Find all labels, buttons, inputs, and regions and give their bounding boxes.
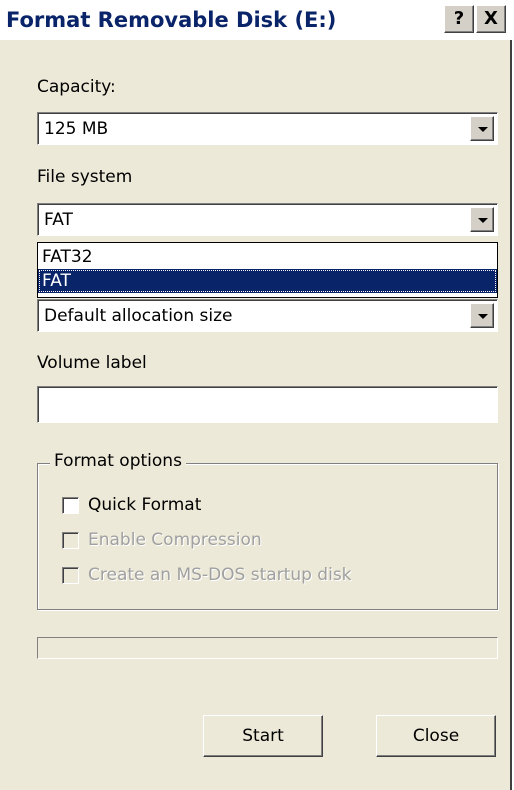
chevron-down-icon bbox=[478, 218, 488, 223]
quick-format-label[interactable]: Quick Format bbox=[88, 495, 201, 515]
close-icon: X bbox=[484, 8, 498, 29]
title-bar: Format Removable Disk (E:) ? X bbox=[0, 0, 512, 40]
format-dialog: Format Removable Disk (E:) ? X Capacity:… bbox=[0, 0, 512, 790]
chevron-down-icon bbox=[478, 314, 488, 319]
file-system-value: FAT bbox=[44, 210, 73, 230]
file-system-select[interactable]: FAT bbox=[37, 203, 498, 236]
help-button[interactable]: ? bbox=[444, 5, 474, 33]
file-system-dropdown-list: FAT32 FAT bbox=[37, 242, 498, 298]
file-system-dropdown-button[interactable] bbox=[470, 207, 494, 232]
help-icon: ? bbox=[453, 8, 465, 29]
format-options-title: Format options bbox=[50, 451, 186, 471]
option-fat[interactable]: FAT bbox=[38, 269, 497, 293]
volume-label-input[interactable] bbox=[37, 386, 498, 423]
start-button[interactable]: Start bbox=[203, 715, 323, 757]
window-title: Format Removable Disk (E:) bbox=[6, 8, 337, 32]
capacity-dropdown-button[interactable] bbox=[470, 116, 494, 141]
capacity-value: 125 MB bbox=[44, 119, 109, 139]
enable-compression-label: Enable Compression bbox=[88, 530, 262, 550]
option-fat32[interactable]: FAT32 bbox=[38, 245, 497, 269]
volume-label-label: Volume label bbox=[37, 353, 147, 373]
msdos-startup-checkbox[interactable] bbox=[62, 567, 79, 584]
format-progress-bar bbox=[37, 637, 498, 659]
chevron-down-icon bbox=[478, 127, 488, 132]
quick-format-checkbox[interactable] bbox=[62, 497, 79, 514]
allocation-value: Default allocation size bbox=[44, 306, 233, 326]
file-system-label: File system bbox=[37, 167, 133, 187]
allocation-dropdown-button[interactable] bbox=[470, 303, 494, 328]
close-button[interactable]: Close bbox=[376, 715, 496, 757]
allocation-select[interactable]: Default allocation size bbox=[37, 299, 498, 332]
msdos-startup-label: Create an MS-DOS startup disk bbox=[88, 565, 352, 585]
capacity-label: Capacity: bbox=[37, 77, 116, 97]
capacity-select[interactable]: 125 MB bbox=[37, 112, 498, 145]
enable-compression-checkbox[interactable] bbox=[62, 532, 79, 549]
close-window-button[interactable]: X bbox=[476, 5, 506, 33]
